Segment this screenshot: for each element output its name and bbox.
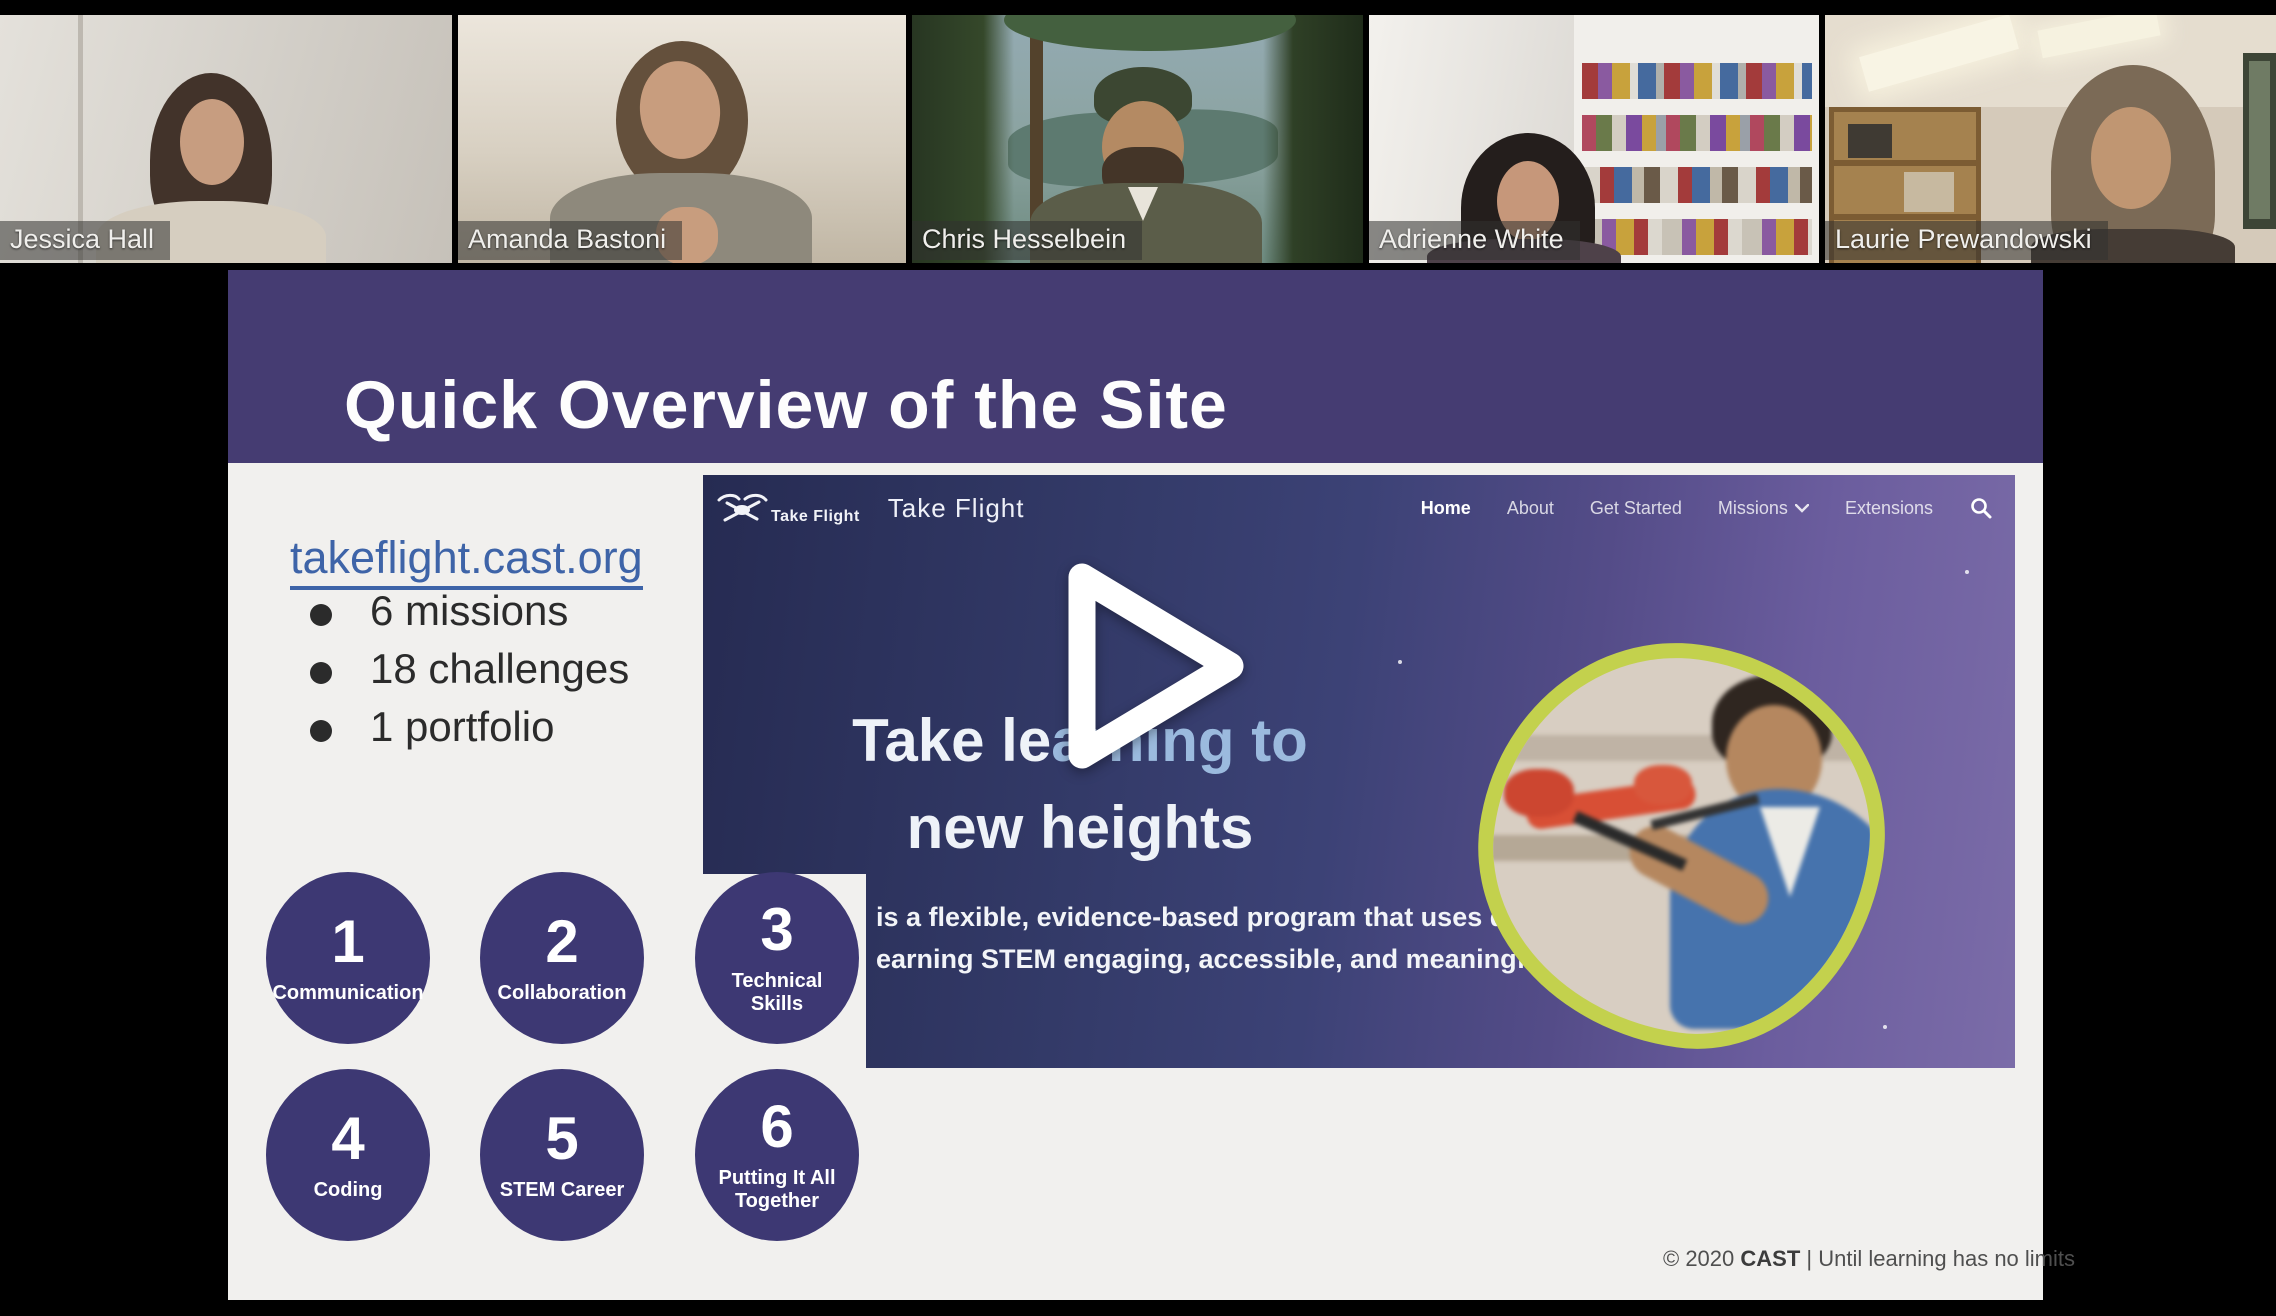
nav-item-get-started: Get Started xyxy=(1590,498,1682,519)
foliage xyxy=(1004,15,1296,51)
mission-circle-4: 4Coding xyxy=(266,1069,430,1241)
play-icon xyxy=(1064,560,1250,776)
bullet-item: 1 portfolio xyxy=(292,698,629,756)
child-with-drone-photo xyxy=(1474,639,1888,1051)
slide-title: Quick Overview of the Site xyxy=(344,366,1228,444)
mission-circle-1: 1Communication xyxy=(266,872,430,1044)
webinar-screen: Jessica Hall Amanda Bastoni Chris Hessel… xyxy=(0,0,2276,1316)
bookshelf xyxy=(1574,15,1819,263)
website-logo: Take Flight xyxy=(715,490,860,526)
nav-item-about: About xyxy=(1507,498,1554,519)
website-nav-items: Home About Get Started Missions Extensio… xyxy=(1421,496,1993,520)
participant-name-label: Chris Hesselbein xyxy=(912,221,1142,260)
search-icon xyxy=(1969,496,1993,520)
chevron-down-icon xyxy=(1795,504,1809,513)
bullet-item: 18 challenges xyxy=(292,640,629,698)
participant-name-label: Laurie Prewandowski xyxy=(1825,221,2108,260)
participant-video-adrienne-white[interactable]: Adrienne White xyxy=(1369,15,1819,263)
participant-name-label: Jessica Hall xyxy=(0,221,170,260)
participant-name-label: Adrienne White xyxy=(1369,221,1580,260)
mission-circle-2: 2Collaboration xyxy=(480,872,644,1044)
nav-item-missions: Missions xyxy=(1718,498,1809,519)
drone-logo-icon xyxy=(715,490,769,526)
tree-right xyxy=(1263,15,1363,263)
slide-copyright: © 2020 CAST | Until learning has no limi… xyxy=(1663,1246,2075,1272)
mission-circle-3: 3Technical Skills xyxy=(695,872,859,1044)
participant-video-chris-hesselbein[interactable]: Chris Hesselbein xyxy=(912,15,1363,263)
website-screenshot: Take Flight Take Flight Home About Get S… xyxy=(703,475,2015,1068)
heading-line2: new heights xyxy=(907,794,1254,861)
participant-video-laurie-prewandowski[interactable]: Laurie Prewandowski xyxy=(1825,15,2276,263)
participant-video-amanda-bastoni[interactable]: Amanda Bastoni xyxy=(458,15,906,263)
logo-wordmark: Take Flight xyxy=(771,508,860,526)
website-site-title: Take Flight xyxy=(888,493,1025,524)
nav-item-extensions: Extensions xyxy=(1845,498,1933,519)
website-navbar: Take Flight Take Flight Home About Get S… xyxy=(703,485,2015,531)
nav-item-home: Home xyxy=(1421,498,1471,519)
mission-circle-5: 5STEM Career xyxy=(480,1069,644,1241)
wall-art xyxy=(2243,53,2276,229)
video-play-button[interactable] xyxy=(1064,560,1250,781)
slide-title-band: Quick Overview of the Site xyxy=(228,270,2043,463)
mission-circle-6: 6Putting It All Together xyxy=(695,1069,859,1241)
participant-name-label: Amanda Bastoni xyxy=(458,221,682,260)
presentation-slide: Quick Overview of the Site xyxy=(228,270,2043,1300)
heading-text-white: Take le xyxy=(852,707,1051,774)
feature-bullet-list: 6 missions 18 challenges 1 portfolio xyxy=(292,582,629,756)
bullet-item: 6 missions xyxy=(292,582,629,640)
hero-photo-blob xyxy=(1453,618,1909,1068)
participant-video-jessica-hall[interactable]: Jessica Hall xyxy=(0,15,452,263)
